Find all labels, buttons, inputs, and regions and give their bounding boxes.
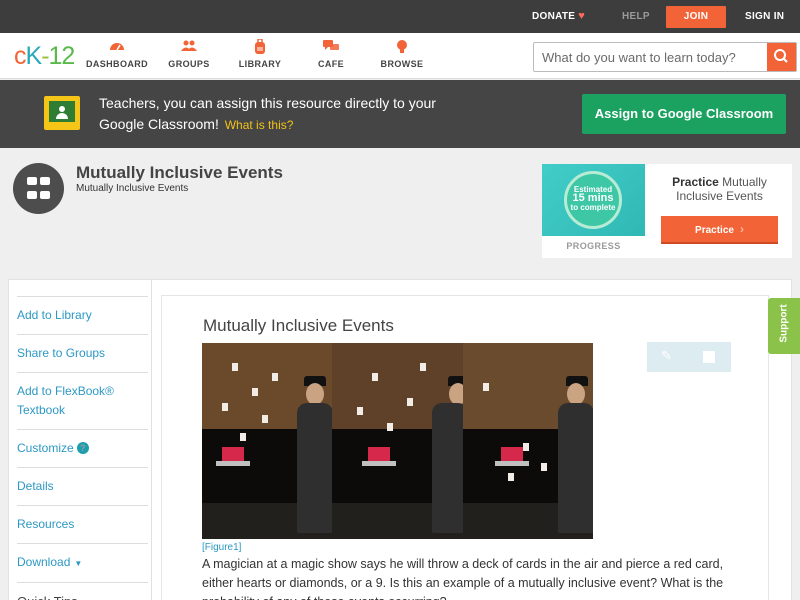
support-tab[interactable]: Support bbox=[768, 298, 800, 354]
search-button[interactable] bbox=[767, 43, 796, 71]
ck12-logo[interactable]: cK-12 bbox=[14, 42, 75, 71]
nav-cafe[interactable]: CAFE bbox=[296, 39, 366, 69]
search-box bbox=[533, 42, 797, 72]
sidebar-item-resources[interactable]: Resources bbox=[17, 505, 148, 543]
chat-bubbles-icon bbox=[296, 39, 366, 57]
progress-graphic: Estimated 15 mins to complete bbox=[542, 164, 645, 236]
sidebar-item-customize[interactable]: Customize? bbox=[17, 429, 148, 467]
sidebar-divider bbox=[151, 280, 152, 600]
nav-dashboard[interactable]: DASHBOARD bbox=[82, 39, 152, 69]
nav-groups[interactable]: GROUPS bbox=[154, 39, 224, 69]
donate-link[interactable]: DONATE ♥ bbox=[532, 0, 585, 33]
people-icon bbox=[154, 39, 224, 57]
banner-message: Teachers, you can assign this resource d… bbox=[99, 95, 436, 132]
search-input[interactable] bbox=[534, 43, 768, 71]
sidebar-item-download[interactable]: Download ▼ bbox=[17, 543, 148, 582]
nav-library[interactable]: LIBRARY bbox=[225, 38, 295, 69]
help-link[interactable]: HELP bbox=[622, 0, 650, 33]
assign-to-google-classroom-button[interactable]: Assign to Google Classroom bbox=[582, 94, 786, 134]
practice-description: Practice Mutually Inclusive Events bbox=[672, 175, 767, 203]
sidebar-item-add-to-flexbook[interactable]: Add to FlexBook® Textbook bbox=[17, 372, 148, 429]
page-subtitle: Mutually Inclusive Events bbox=[76, 183, 189, 194]
main-nav: cK-12 DASHBOARD GROUPS LIBRARY CAFE BROW… bbox=[0, 33, 800, 79]
search-icon bbox=[774, 49, 788, 63]
sidebar: Add to Library Share to Groups Add to Fl… bbox=[17, 296, 148, 600]
chevron-right-icon: › bbox=[739, 222, 744, 236]
lesson-content: Mutually Inclusive Events ✎ [Figure1] A … bbox=[161, 295, 769, 600]
notes-icon[interactable] bbox=[703, 351, 715, 363]
lesson-title: Mutually Inclusive Events bbox=[203, 316, 394, 335]
speedometer-icon bbox=[82, 39, 152, 57]
content-panel: Add to Library Share to Groups Add to Fl… bbox=[8, 279, 792, 600]
practice-card: Estimated 15 mins to complete PROGRESS P… bbox=[542, 164, 792, 258]
top-utility-bar: DONATE ♥ HELP JOIN SIGN IN bbox=[0, 0, 800, 33]
help-icon[interactable]: ? bbox=[76, 442, 89, 454]
google-classroom-logo-icon bbox=[44, 96, 80, 130]
heart-icon: ♥ bbox=[578, 10, 586, 22]
annotation-tools: ✎ bbox=[647, 342, 731, 372]
lightbulb-icon bbox=[367, 39, 437, 57]
backpack-icon bbox=[225, 38, 295, 57]
estimated-time-badge: Estimated 15 mins to complete bbox=[564, 171, 622, 229]
caret-down-icon: ▼ bbox=[74, 559, 83, 568]
join-button[interactable]: JOIN bbox=[666, 6, 726, 28]
google-classroom-banner: Teachers, you can assign this resource d… bbox=[0, 80, 800, 148]
probability-concept-icon bbox=[13, 163, 64, 214]
sidebar-item-quick-tips[interactable]: Quick Tips bbox=[17, 582, 148, 600]
figure-caption[interactable]: [Figure1] bbox=[202, 542, 241, 553]
what-is-this-link[interactable]: What is this? bbox=[225, 118, 294, 132]
sidebar-item-share-to-groups[interactable]: Share to Groups bbox=[17, 334, 148, 372]
pencil-icon[interactable]: ✎ bbox=[661, 348, 675, 363]
lesson-paragraph: A magician at a magic show says he will … bbox=[202, 557, 724, 600]
practice-button[interactable]: Practice › bbox=[661, 216, 778, 244]
page-title: Mutually Inclusive Events bbox=[76, 163, 283, 182]
sign-in-link[interactable]: SIGN IN bbox=[745, 0, 784, 33]
sidebar-item-add-to-library[interactable]: Add to Library bbox=[17, 296, 148, 334]
nav-browse[interactable]: BROWSE bbox=[367, 39, 437, 69]
magician-figure-image bbox=[202, 343, 593, 539]
sidebar-item-details[interactable]: Details bbox=[17, 467, 148, 505]
progress-label: PROGRESS bbox=[566, 241, 621, 251]
